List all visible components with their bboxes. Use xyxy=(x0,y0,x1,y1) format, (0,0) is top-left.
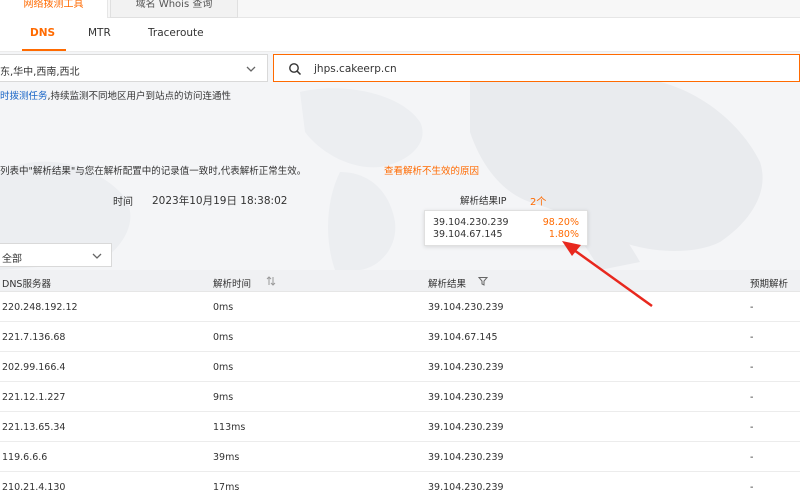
popover-ip: 39.104.67.145 xyxy=(433,229,503,240)
cell-dns-server: 119.6.6.6 xyxy=(2,452,48,463)
cell-result: 39.104.230.239 xyxy=(428,392,504,403)
popover-row: 39.104.230.239 98.20% xyxy=(433,217,579,229)
dns-results-table: 220.248.192.12 0ms 39.104.230.239 - 221.… xyxy=(0,292,800,500)
region-select-value: 东,华中,西南,西北 xyxy=(0,67,80,78)
domain-input-value: jhps.cakeerp.cn xyxy=(314,63,397,75)
monitoring-hint: 时拨测任务,持续监测不同地区用户到站点的访问连通性 xyxy=(0,88,231,102)
filter-icon[interactable] xyxy=(478,276,488,286)
search-icon xyxy=(289,63,302,76)
cell-expected: - xyxy=(750,332,754,343)
resolved-ip-popover: 39.104.230.239 98.20% 39.104.67.145 1.80… xyxy=(424,210,588,246)
cell-resolve-time: 0ms xyxy=(213,302,234,313)
cell-result: 39.104.230.239 xyxy=(428,422,504,433)
cell-dns-server: 220.248.192.12 xyxy=(2,302,78,313)
cell-resolve-time: 17ms xyxy=(213,482,240,493)
table-row: 220.248.192.12 0ms 39.104.230.239 - xyxy=(0,292,800,322)
cell-result: 39.104.230.239 xyxy=(428,302,504,313)
popover-percent: 1.80% xyxy=(548,229,579,240)
probe-type-tabs: DNS MTR Traceroute xyxy=(0,18,800,52)
region-select[interactable]: 东,华中,西南,西北 xyxy=(0,54,268,82)
cell-dns-server: 221.13.65.34 xyxy=(2,422,66,433)
monitoring-hint-text: ,持续监测不同地区用户到站点的访问连通性 xyxy=(47,91,232,102)
resolution-failure-link[interactable]: 查看解析不生效的原因 xyxy=(384,163,479,177)
tab-dns[interactable]: DNS xyxy=(30,27,55,39)
column-header-result: 解析结果 xyxy=(428,279,467,290)
table-row: 221.12.1.227 9ms 39.104.230.239 - xyxy=(0,382,800,412)
cell-dns-server: 221.7.136.68 xyxy=(2,332,66,343)
tool-tabs: 网络拨测工具 域名 Whois 查询 xyxy=(0,0,800,18)
results-panel xyxy=(0,52,800,270)
table-row: 210.21.4.130 17ms 39.104.230.239 - xyxy=(0,472,800,500)
filter-select-value: 全部 xyxy=(2,254,22,265)
table-row: 119.6.6.6 39ms 39.104.230.239 - xyxy=(0,442,800,472)
table-row: 221.7.136.68 0ms 39.104.67.145 - xyxy=(0,322,800,352)
domain-input[interactable]: jhps.cakeerp.cn xyxy=(273,54,800,82)
cell-resolve-time: 0ms xyxy=(213,332,234,343)
cell-dns-server: 221.12.1.227 xyxy=(2,392,66,403)
scheduled-probe-link[interactable]: 时拨测任务 xyxy=(0,91,48,102)
cell-expected: - xyxy=(750,452,754,463)
resolved-ip-label: 解析结果IP xyxy=(460,196,507,207)
cell-expected: - xyxy=(750,422,754,433)
cell-resolve-time: 113ms xyxy=(213,422,246,433)
cell-resolve-time: 9ms xyxy=(213,392,234,403)
cell-resolve-time: 0ms xyxy=(213,362,234,373)
cell-result: 39.104.230.239 xyxy=(428,362,504,373)
cell-dns-server: 210.21.4.130 xyxy=(2,482,66,493)
cell-resolve-time: 39ms xyxy=(213,452,240,463)
cell-result: 39.104.230.239 xyxy=(428,482,504,493)
cell-expected: - xyxy=(750,392,754,403)
popover-ip: 39.104.230.239 xyxy=(433,217,509,228)
cell-expected: - xyxy=(750,302,754,313)
cell-dns-server: 202.99.166.4 xyxy=(2,362,66,373)
cell-expected: - xyxy=(750,482,754,493)
popover-percent: 98.20% xyxy=(542,217,579,228)
sort-icon[interactable] xyxy=(266,276,276,286)
table-row: 221.13.65.34 113ms 39.104.230.239 - xyxy=(0,412,800,442)
column-header-dns-server: DNS服务器 xyxy=(2,279,51,290)
table-row: 202.99.166.4 0ms 39.104.230.239 - xyxy=(0,352,800,382)
result-notice: 列表中"解析结果"与您在解析配置中的记录值一致时,代表解析正常生效。 xyxy=(0,166,307,177)
time-label: 时间 xyxy=(113,197,133,208)
active-tab-indicator xyxy=(22,49,66,51)
time-value: 2023年10月19日 18:38:02 xyxy=(152,195,288,207)
chevron-down-icon xyxy=(92,253,102,259)
column-header-resolve-time: 解析时间 xyxy=(213,279,252,290)
tab-mtr[interactable]: MTR xyxy=(88,27,111,39)
cell-expected: - xyxy=(750,362,754,373)
tab-traceroute[interactable]: Traceroute xyxy=(148,27,204,39)
resolved-ip-count[interactable]: 2个 xyxy=(530,193,546,208)
cell-result: 39.104.67.145 xyxy=(428,332,498,343)
chevron-down-icon xyxy=(246,66,256,72)
world-map-background xyxy=(0,67,763,270)
result-filter-select[interactable]: 全部 xyxy=(0,243,112,267)
table-header: DNS服务器 解析时间 解析结果 预期解析 xyxy=(0,270,800,292)
column-header-expected: 预期解析 xyxy=(750,279,789,290)
tab-network-probe[interactable]: 网络拨测工具 xyxy=(0,0,108,18)
tab-whois[interactable]: 域名 Whois 查询 xyxy=(110,0,238,18)
cell-result: 39.104.230.239 xyxy=(428,452,504,463)
popover-row: 39.104.67.145 1.80% xyxy=(433,229,579,241)
